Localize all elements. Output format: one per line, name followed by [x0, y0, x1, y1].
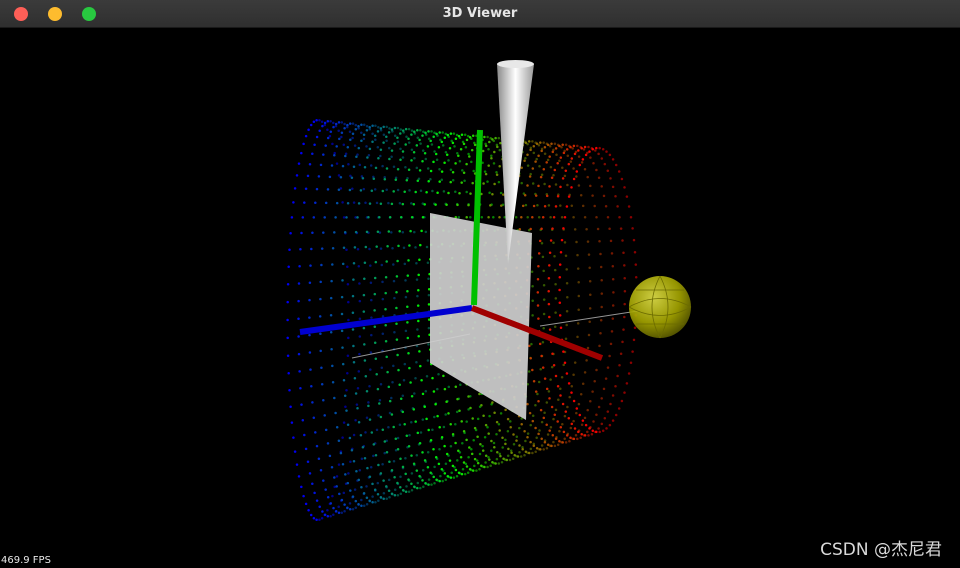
3d-scene[interactable] [0, 28, 960, 568]
viewer-window: 3D Viewer 469.9 FPS CSDN @杰尼君 [0, 0, 960, 568]
window-title: 3D Viewer [442, 6, 518, 21]
watermark: CSDN @杰尼君 [820, 540, 942, 560]
title-bar[interactable]: 3D Viewer [0, 0, 960, 28]
sphere-mesh [628, 275, 692, 339]
cone-cap [497, 60, 534, 68]
fps-counter: 469.9 FPS [1, 555, 51, 566]
3d-viewport[interactable]: 469.9 FPS CSDN @杰尼君 [0, 28, 960, 568]
